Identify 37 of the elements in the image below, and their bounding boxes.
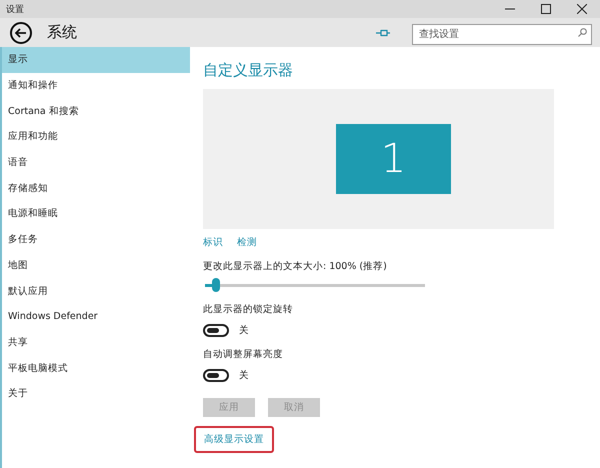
pin-icon[interactable]: [376, 28, 390, 36]
sidebar-item[interactable]: 应用和功能: [2, 124, 190, 150]
sidebar-item[interactable]: 存储感知: [2, 175, 190, 202]
sidebar-item[interactable]: 关于: [2, 380, 190, 407]
search-icon: [578, 28, 587, 37]
toggle-state: 关: [239, 369, 249, 382]
display-link[interactable]: 检测: [237, 236, 257, 249]
display-link[interactable]: 标识: [203, 236, 223, 249]
window-title: 设置: [6, 4, 25, 16]
minimize-icon: [505, 8, 515, 10]
maximize-icon: [541, 4, 551, 14]
sidebar-item[interactable]: Windows Defender: [2, 304, 190, 330]
toggle-state: 关: [239, 324, 249, 337]
sidebar-item[interactable]: 多任务: [2, 226, 190, 252]
toggle-switch[interactable]: [203, 369, 229, 382]
sidebar-item[interactable]: 电源和睡眠: [2, 201, 190, 227]
slider-thumb[interactable]: [212, 278, 220, 292]
sidebar-item[interactable]: Cortana 和搜索: [2, 98, 190, 124]
page-title: 系统: [47, 23, 78, 42]
scale-slider[interactable]: [203, 278, 427, 292]
advanced-settings-link[interactable]: 高级显示设置: [194, 426, 274, 453]
sidebar-item[interactable]: 默认应用: [2, 278, 190, 304]
back-button[interactable]: [10, 22, 32, 44]
search-field[interactable]: 查找设置: [412, 24, 592, 45]
sidebar-item[interactable]: 语音: [2, 150, 190, 176]
sidebar-item[interactable]: 显示: [2, 47, 190, 73]
sidebar-item[interactable]: 共享: [2, 330, 190, 356]
toggle-label: 此显示器的锁定旋转: [203, 303, 293, 316]
sidebar-item[interactable]: 通知和操作: [2, 72, 190, 98]
close-icon: [577, 4, 587, 14]
sidebar-item[interactable]: 平板电脑模式: [2, 355, 190, 381]
scale-label: 更改此显示器上的文本大小: 100% (推荐): [203, 260, 387, 273]
toggle-label: 自动调整屏幕亮度: [203, 348, 283, 361]
sidebar-item[interactable]: 地图: [2, 252, 190, 278]
back-arrow-icon: [15, 26, 27, 38]
section-heading: 自定义显示器: [203, 61, 293, 80]
toggle-switch[interactable]: [203, 324, 229, 337]
